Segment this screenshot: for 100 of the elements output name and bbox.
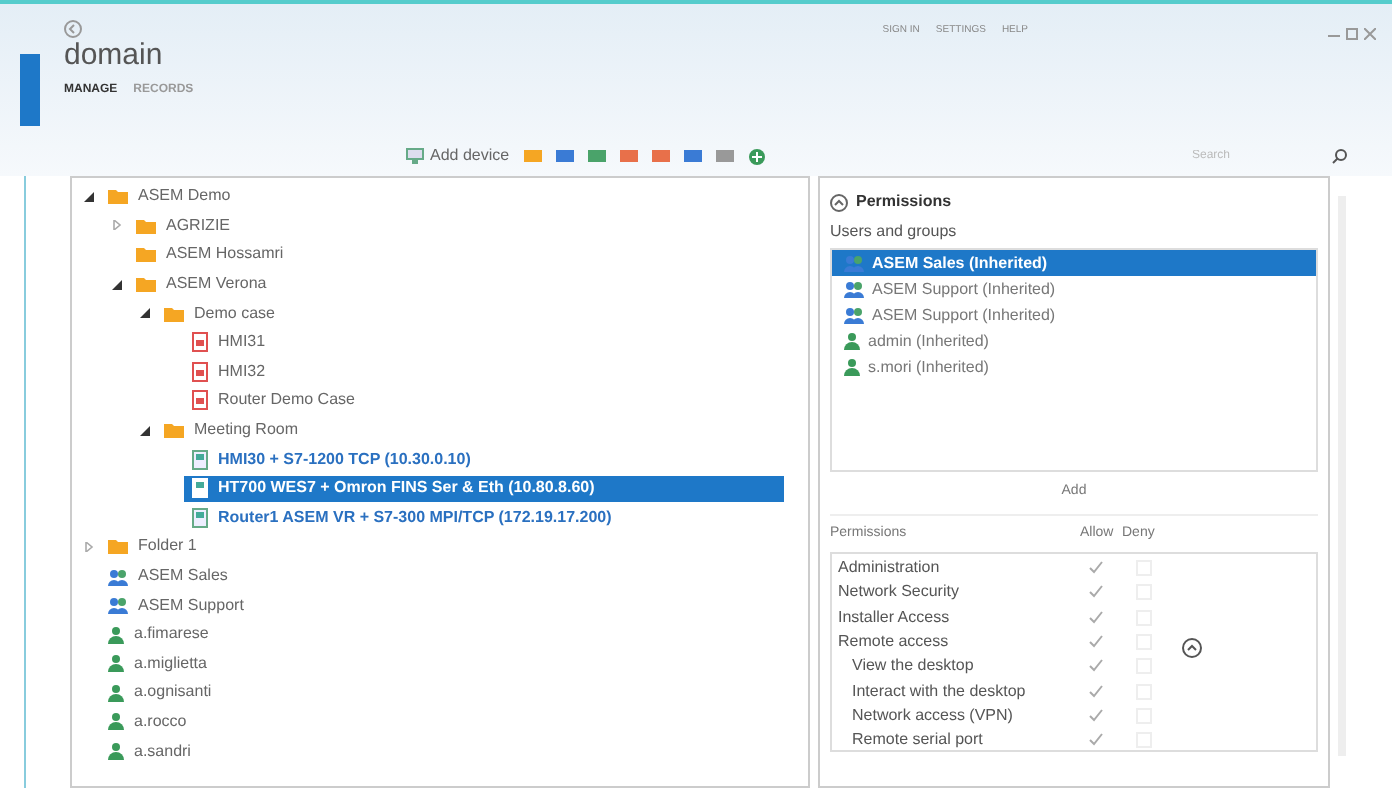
tree-item[interactable]: HMI31 bbox=[184, 329, 274, 356]
device-icon bbox=[192, 507, 208, 528]
expand-arrow-icon[interactable] bbox=[83, 541, 93, 552]
accent-bar bbox=[20, 54, 40, 126]
page-title: domain bbox=[64, 38, 165, 74]
tree-item[interactable]: ASEM Demo bbox=[100, 183, 239, 210]
user-list-label: ASEM Support (Inherited) bbox=[872, 303, 1056, 327]
user-icon bbox=[108, 683, 124, 702]
tree-item-label: HMI31 bbox=[218, 330, 266, 355]
empty-checkbox-icon[interactable] bbox=[1136, 732, 1152, 749]
tree-item-label: Demo case bbox=[194, 301, 275, 326]
tree-item-label: a.fimarese bbox=[134, 622, 209, 647]
user-icon bbox=[108, 742, 124, 761]
collapse-icon[interactable] bbox=[1182, 638, 1202, 658]
tree-item[interactable]: HMI30 + S7-1200 TCP (10.30.0.10) bbox=[184, 446, 479, 473]
close-icon[interactable] bbox=[1364, 28, 1376, 40]
panel-title: Permissions bbox=[856, 190, 952, 214]
check-icon[interactable] bbox=[1088, 658, 1104, 675]
tree-item-label: ASEM Verona bbox=[166, 272, 267, 297]
tree-item-label: ASEM Hossamri bbox=[166, 242, 284, 267]
users-icon bbox=[108, 596, 128, 615]
tree-item[interactable]: a.fimarese bbox=[100, 621, 217, 648]
tree-item-label: AGRIZIE bbox=[166, 213, 231, 238]
tree-item[interactable]: ASEM Hossamri bbox=[128, 241, 292, 268]
check-icon[interactable] bbox=[1088, 609, 1104, 626]
collapse-arrow-icon[interactable] bbox=[83, 191, 93, 202]
tree-item[interactable]: HMI32 bbox=[184, 358, 274, 385]
tree-item[interactable]: a.ognisanti bbox=[100, 679, 220, 706]
user-icon bbox=[844, 332, 860, 350]
permission-label: Interact with the desktop bbox=[850, 679, 1028, 704]
permission-label: Network Security bbox=[836, 580, 961, 605]
tree-item-label: a.ognisanti bbox=[134, 680, 212, 705]
add-icon[interactable] bbox=[747, 147, 766, 165]
device-icon bbox=[192, 478, 208, 499]
check-icon[interactable] bbox=[1088, 584, 1104, 601]
permission-label: Remote access bbox=[836, 630, 951, 655]
user-list-item[interactable]: ASEM Support (Inherited) bbox=[832, 276, 1316, 302]
permission-label: View the desktop bbox=[850, 654, 976, 679]
add-device-button[interactable]: Add device bbox=[406, 144, 510, 168]
collapse-icon[interactable] bbox=[830, 193, 848, 211]
tree-item[interactable]: a.miglietta bbox=[100, 650, 215, 677]
tree-item-label: a.sandri bbox=[134, 739, 191, 764]
tree-item-label: ASEM Demo bbox=[138, 184, 231, 209]
check-icon[interactable] bbox=[1088, 732, 1104, 749]
user-icon bbox=[844, 358, 860, 376]
collapse-arrow-icon[interactable] bbox=[139, 425, 149, 436]
permission-label: Installer Access bbox=[836, 605, 952, 630]
tree-item-label: Meeting Room bbox=[194, 418, 299, 443]
collapse-arrow-icon[interactable] bbox=[111, 279, 121, 290]
tree-item[interactable]: a.sandri bbox=[100, 738, 199, 765]
tree-item[interactable]: Router1 ASEM VR + S7-300 MPI/TCP (172.19.17.200) bbox=[184, 504, 620, 531]
user-list-item[interactable]: s.mori (Inherited) bbox=[832, 354, 1316, 380]
tree-item-label: HMI32 bbox=[218, 359, 266, 384]
tree-item[interactable]: ASEM Verona bbox=[128, 271, 275, 298]
permission-label: Network access (VPN) bbox=[850, 703, 1015, 728]
user-icon bbox=[108, 712, 124, 731]
search-icon[interactable] bbox=[1332, 148, 1348, 164]
tree-item-label: HT700 WES7 + Omron FINS Ser & Eth (10.80.8.60) bbox=[218, 476, 595, 501]
tree-item-label: a.miglietta bbox=[134, 651, 207, 676]
section-label: Users and groups bbox=[830, 220, 959, 244]
permission-label: Remote serial port bbox=[850, 728, 985, 750]
tree-item[interactable]: Demo case bbox=[156, 300, 283, 327]
document-icon bbox=[192, 361, 208, 382]
tree-item-label: ASEM Support bbox=[138, 593, 244, 618]
user-list-item[interactable]: admin (Inherited) bbox=[832, 328, 1316, 354]
device-icon bbox=[406, 148, 424, 164]
tree-item-label: Folder 1 bbox=[138, 534, 197, 559]
users-icon bbox=[844, 280, 864, 298]
users-icon bbox=[844, 254, 864, 272]
tree-item[interactable]: HT700 WES7 + Omron FINS Ser & Eth (10.80.8.60) bbox=[184, 475, 784, 502]
collapse-arrow-icon[interactable] bbox=[139, 308, 149, 319]
tree-item[interactable]: Meeting Room bbox=[156, 417, 307, 444]
users-icon bbox=[108, 567, 128, 586]
users-icon bbox=[844, 306, 864, 324]
check-icon[interactable] bbox=[1088, 634, 1104, 651]
check-icon[interactable] bbox=[1088, 683, 1104, 700]
tree-item[interactable]: ASEM Support bbox=[100, 592, 252, 619]
document-icon bbox=[192, 332, 208, 353]
tree-item-label: Router1 ASEM VR + S7-300 MPI/TCP (172.19.17.200) bbox=[218, 505, 612, 530]
maximize-icon[interactable] bbox=[1346, 28, 1358, 40]
tree-item[interactable]: Router Demo Case bbox=[184, 387, 363, 414]
user-list-item[interactable]: ASEM Support (Inherited) bbox=[832, 302, 1316, 328]
user-list-label: ASEM Sales (Inherited) bbox=[872, 251, 1048, 275]
back-icon[interactable] bbox=[64, 20, 82, 38]
folder-icon bbox=[108, 538, 128, 555]
user-list-label: ASEM Support (Inherited) bbox=[872, 277, 1056, 301]
check-icon[interactable] bbox=[1088, 560, 1104, 577]
tree-item[interactable]: ASEM Sales bbox=[100, 563, 236, 590]
tree-item[interactable]: AGRIZIE bbox=[128, 212, 239, 239]
user-icon bbox=[108, 625, 124, 644]
tree-item-label: HMI30 + S7-1200 TCP (10.30.0.10) bbox=[218, 447, 471, 472]
tree-item-label: a.rocco bbox=[134, 709, 187, 734]
check-icon[interactable] bbox=[1088, 707, 1104, 724]
tree-item[interactable]: a.rocco bbox=[100, 708, 195, 735]
permission-label: Administration bbox=[836, 556, 942, 581]
tree-item-label: ASEM Sales bbox=[138, 564, 228, 589]
user-list-item[interactable]: ASEM Sales (Inherited) bbox=[832, 250, 1316, 276]
document-icon bbox=[192, 390, 208, 411]
expand-arrow-icon[interactable] bbox=[111, 220, 121, 231]
tree-item[interactable]: Folder 1 bbox=[100, 533, 205, 560]
